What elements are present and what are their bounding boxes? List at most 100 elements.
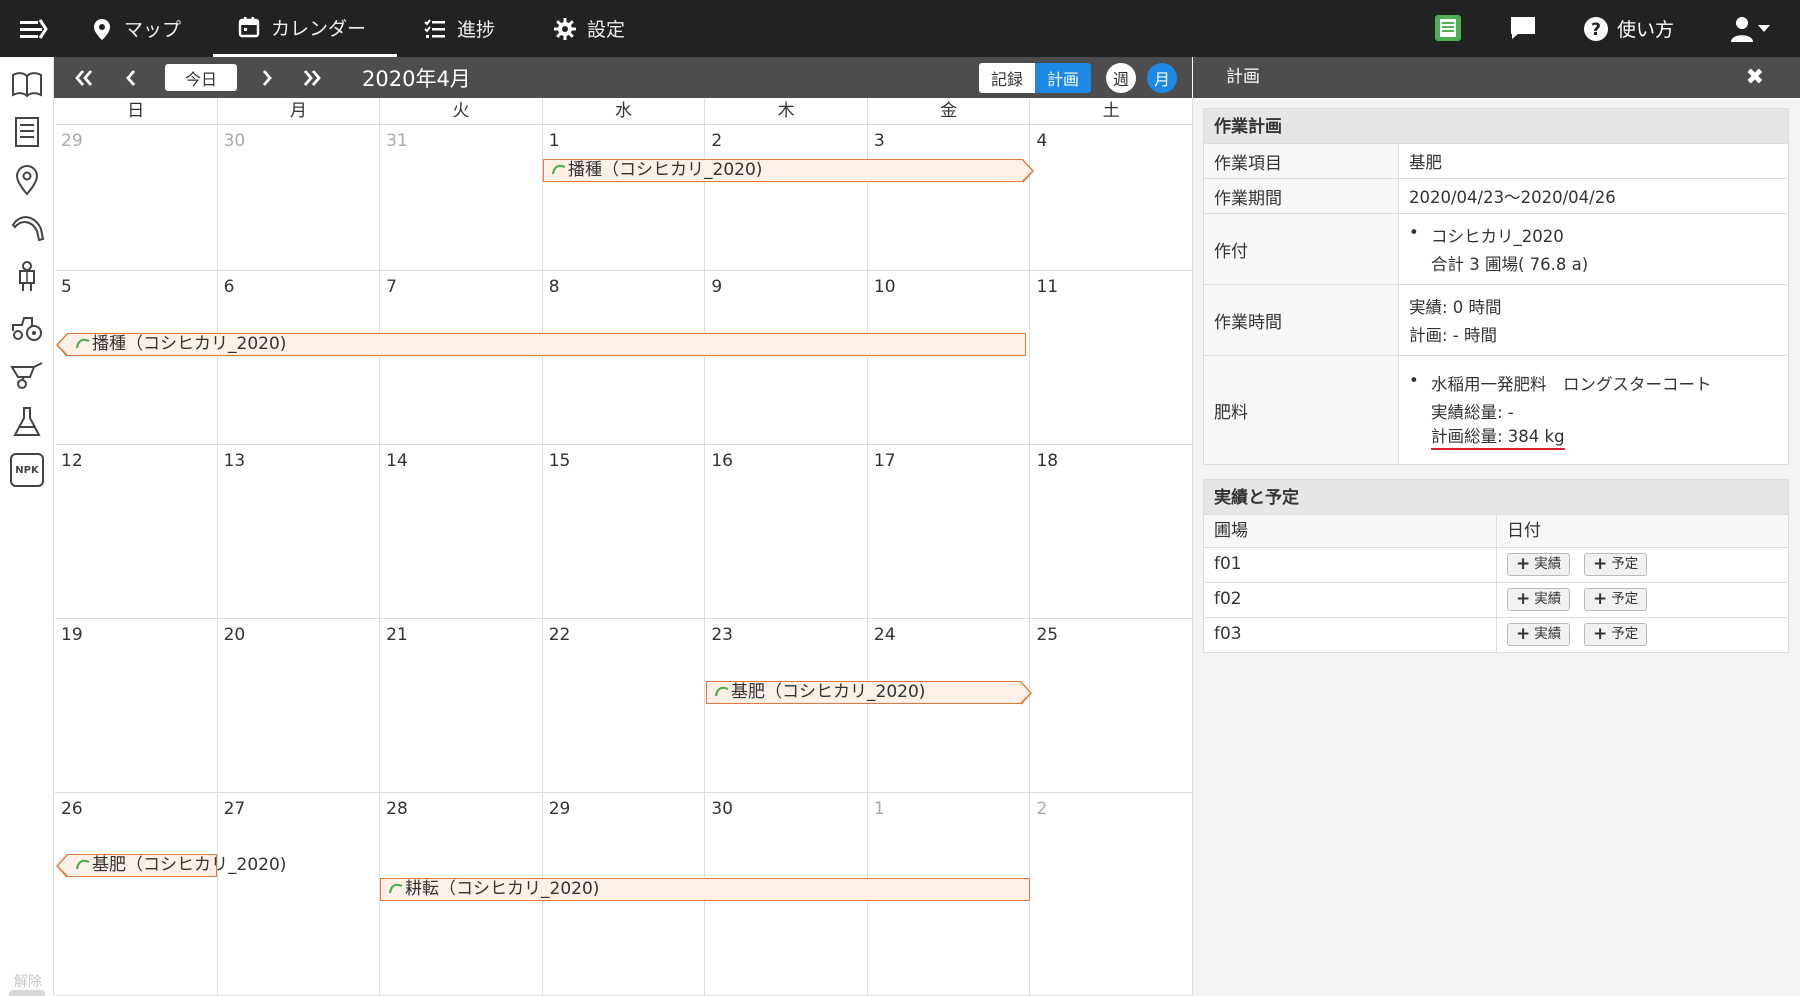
next-month-button[interactable] [252,57,282,98]
calendar-day-cell[interactable]: 26 [55,793,218,995]
fertilizer-bag-icon[interactable]: NPK [10,453,44,487]
mode-plan-button[interactable]: 計画 [1035,63,1091,93]
book-icon[interactable] [10,67,44,101]
calendar-day-cell[interactable]: 7 [380,271,543,444]
view-week-button[interactable]: 週 [1106,63,1136,93]
event-basal-fertilizer[interactable]: 基肥（コシヒカリ_2020) [56,854,286,878]
weekday-header: 日 月 火 水 木 金 土 [55,98,1194,125]
add-plan-button[interactable]: + 予定 [1584,588,1648,611]
event-basal-fertilizer[interactable]: 基肥（コシヒカリ_2020) [706,681,1032,705]
add-actual-button[interactable]: + 実績 [1507,553,1571,576]
day-number: 10 [873,277,896,297]
view-month-button[interactable]: 月 [1147,63,1177,93]
location-icon[interactable] [10,163,44,197]
plus-icon: + [1516,589,1531,609]
spreadsheet-report-icon[interactable] [1433,13,1463,43]
calendar-day-cell[interactable]: 6 [218,271,381,444]
today-button[interactable]: 今日 [165,64,237,91]
nav-progress[interactable]: 進捗 [423,0,495,57]
tractor-icon[interactable] [10,309,44,343]
worker-icon[interactable] [10,259,44,293]
nav-calendar-label: カレンダー [271,17,367,40]
calendar-day-cell[interactable]: 3 [868,125,1031,270]
calendar-day-cell[interactable]: 15 [543,445,706,618]
help-link[interactable]: ? 使い方 [1583,0,1674,57]
calendar-day-cell[interactable]: 4 [1030,125,1194,270]
calendar-day-cell[interactable]: 19 [55,619,218,792]
calendar-day-cell[interactable]: 27 [218,793,381,995]
calendar-day-cell[interactable]: 14 [380,445,543,618]
prev-year-button[interactable] [66,57,102,98]
day-number: 22 [548,625,571,645]
plus-icon: + [1516,624,1531,644]
nav-calendar[interactable]: カレンダー [213,0,397,57]
question-circle-icon: ? [1584,16,1608,41]
event-tillage[interactable]: 耕転（コシヒカリ_2020) [380,878,1030,901]
section-heading: 実績と予定 [1203,479,1789,515]
calendar-day-cell[interactable]: 13 [218,445,381,618]
calendar-day-cell[interactable]: 25 [1030,619,1194,792]
plus-icon: + [1593,624,1608,644]
calendar-day-cell[interactable]: 12 [55,445,218,618]
flask-icon[interactable] [10,405,44,439]
wheelbarrow-icon[interactable] [10,357,44,391]
day-number: 2 [1036,799,1048,819]
chat-bubble-icon[interactable] [1508,13,1538,43]
npk-label: NPK [15,464,39,476]
event-label: 播種（コシヒカリ_2020) [568,160,763,180]
calendar-day-cell[interactable]: 31 [380,125,543,270]
calendar-day-cell[interactable]: 2 [1030,793,1194,995]
calendar-day-cell[interactable]: 30 [218,125,381,270]
sprout-icon [715,686,729,697]
caret-down-icon [1758,24,1770,32]
event-sowing[interactable]: 播種（コシヒカリ_2020) [56,333,1026,357]
calendar-day-cell[interactable]: 11 [1030,271,1194,444]
mode-record-button[interactable]: 記録 [979,63,1035,93]
close-icon[interactable]: ✖ [1746,57,1764,98]
sprout-icon [76,859,90,870]
add-actual-button[interactable]: + 実績 [1507,623,1571,646]
calendar-day-cell[interactable]: 29 [55,125,218,270]
row-key: 作業時間 [1204,285,1399,355]
next-year-button[interactable] [294,57,330,98]
field-name: f01 [1214,554,1242,574]
day-number: 3 [873,131,885,151]
table-row: f01 + 実績 + 予定 [1203,548,1789,583]
calendar-day-cell[interactable]: 5 [55,271,218,444]
calendar-day-cell[interactable]: 16 [705,445,868,618]
calendar-day-cell[interactable]: 22 [543,619,706,792]
calendar-day-cell[interactable]: 18 [1030,445,1194,618]
nav-map[interactable]: マップ [90,0,181,57]
calendar-day-cell[interactable]: 23 [705,619,868,792]
user-menu[interactable] [1730,0,1770,57]
day-number: 29 [61,131,83,151]
calendar-day-cell[interactable]: 8 [543,271,706,444]
day-number: 8 [548,277,560,297]
add-plan-button[interactable]: + 予定 [1584,623,1648,646]
weekday-label: 木 [705,98,868,124]
calendar-day-cell[interactable]: 20 [218,619,381,792]
nav-map-label: マップ [124,19,182,41]
calendar-day-cell[interactable]: 10 [868,271,1031,444]
row-work-period: 作業期間 2020/04/23～2020/04/26 [1203,179,1789,214]
day-number: 30 [223,131,246,151]
calendar-day-cell[interactable]: 1 [543,125,706,270]
calendar-day-cell[interactable]: 2 [705,125,868,270]
calendar-day-cell[interactable]: 9 [705,271,868,444]
weekday-label: 火 [380,98,543,124]
day-number: 14 [386,451,408,471]
event-sowing[interactable]: 播種（コシヒカリ_2020) [543,159,1034,183]
menu-toggle-icon[interactable] [18,14,48,44]
add-plan-button[interactable]: + 予定 [1584,553,1648,576]
weekday-label: 月 [218,98,381,124]
document-icon[interactable] [10,115,44,149]
calendar-day-cell[interactable]: 21 [380,619,543,792]
prev-month-button[interactable] [116,57,146,98]
calendar-day-cell[interactable]: 24 [868,619,1031,792]
calendar-day-cell[interactable]: 17 [868,445,1031,618]
weekday-label: 日 [55,98,218,124]
nav-settings[interactable]: 設定 [553,0,625,57]
button-label: 予定 [1611,591,1639,607]
add-actual-button[interactable]: + 実績 [1507,588,1571,611]
sickle-icon[interactable] [10,211,44,245]
